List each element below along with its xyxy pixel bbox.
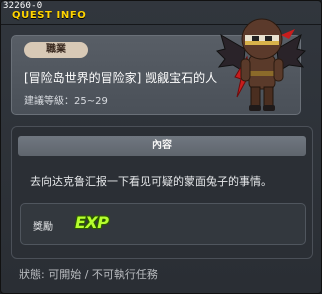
content-header: 內容 <box>18 136 306 156</box>
exp-reward-icon[interactable]: EXP <box>75 213 109 232</box>
quest-description: 去向达克鲁汇报一下看见可疑的蒙面兔子的事情。 <box>30 175 272 188</box>
reward-box: 獎勵 EXP <box>20 203 306 245</box>
quest-info-window: 32260-0 QUEST INFO 職業 [冒险岛世界的冒险家] 觊觎宝石的人… <box>0 0 322 294</box>
reward-label: 獎勵 <box>33 222 53 233</box>
window-title: QUEST INFO <box>12 10 87 21</box>
quest-status: 狀態: 可開始 / 不可執行任務 <box>19 268 158 281</box>
npc-portrait <box>216 18 306 111</box>
content-panel: 內容 去向达克鲁汇报一下看见可疑的蒙面兔子的事情。 獎勵 EXP <box>11 126 313 259</box>
quest-name: [冒险岛世界的冒险家] 觊觎宝石的人 <box>24 71 218 85</box>
job-tag: 職業 <box>24 42 88 58</box>
recommended-level: 建議等級：25~29 <box>24 96 108 107</box>
